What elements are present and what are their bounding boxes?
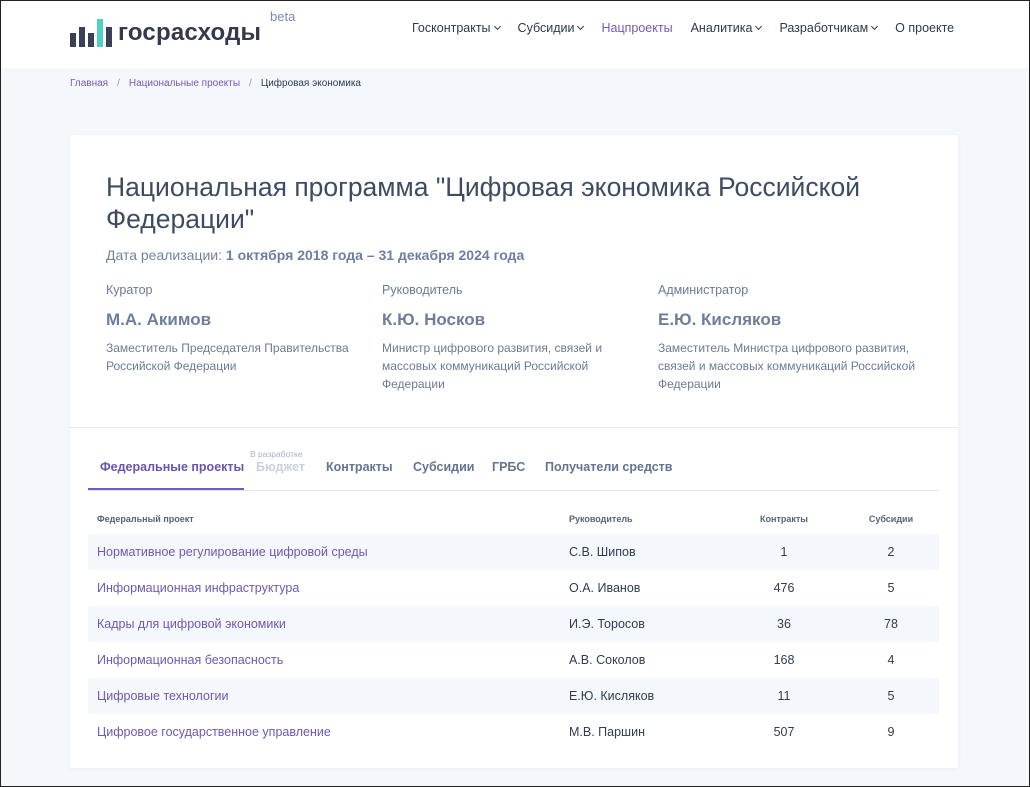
person-role: Руководитель	[382, 283, 463, 297]
main-nav: Госконтракты Субсидии Нацпроекты Аналити…	[412, 21, 972, 35]
person-role: Куратор	[106, 283, 153, 297]
table-header: Федеральный проект Руководитель Контракт…	[88, 509, 939, 531]
nav-goscontracts[interactable]: Госконтракты	[412, 21, 501, 35]
tab-grbs[interactable]: ГРБС	[492, 460, 525, 474]
person-name: Е.Ю. Кисляков	[658, 310, 782, 329]
project-lead: О.А. Иванов	[569, 581, 641, 595]
contracts-count: 36	[777, 617, 791, 631]
breadcrumb: Главная / Национальные проекты / Цифрова…	[70, 78, 361, 89]
tab-recipients[interactable]: Получатели средств	[545, 460, 672, 474]
project-lead: С.В. Шипов	[569, 545, 636, 559]
person-admin: Администратор Е.Ю. Кисляков Заместитель …	[658, 283, 923, 393]
table-row: Кадры для цифровой экономики И.Э. Торосо…	[88, 606, 939, 642]
dates-value: 1 октября 2018 года – 31 декабря 2024 го…	[225, 247, 525, 263]
site-header: госрасходы beta Госконтракты Субсидии На…	[1, 1, 1029, 68]
project-lead: А.В. Соколов	[569, 653, 646, 667]
project-link[interactable]: Кадры для цифровой экономики	[97, 617, 286, 631]
nav-label: Аналитика	[690, 21, 753, 35]
project-lead: М.В. Паршин	[569, 725, 645, 739]
chevron-down-icon	[755, 22, 763, 31]
breadcrumb-natprojects[interactable]: Национальные проекты	[129, 78, 240, 89]
program-card: Национальная программа "Цифровая экономи…	[70, 135, 958, 768]
contracts-count: 476	[773, 581, 795, 595]
chevron-down-icon	[871, 22, 879, 31]
nav-label: Нацпроекты	[601, 21, 673, 35]
subsidies-count: 2	[887, 545, 895, 559]
person-head: Руководитель К.Ю. Носков Министр цифрово…	[382, 283, 632, 393]
th-project[interactable]: Федеральный проект	[97, 514, 194, 524]
chevron-down-icon	[577, 22, 585, 31]
program-dates: Дата реализации: 1 октября 2018 года – 3…	[106, 247, 524, 263]
subsidies-count: 5	[887, 581, 895, 595]
breadcrumb-home[interactable]: Главная	[70, 78, 108, 89]
person-position: Заместитель Министра цифрового развития,…	[658, 341, 916, 391]
th-subsidies[interactable]: Субсидии	[854, 514, 928, 524]
person-role: Администратор	[658, 283, 749, 297]
contracts-count: 168	[773, 653, 795, 667]
nav-natprojects[interactable]: Нацпроекты	[601, 21, 672, 35]
subsidies-count: 9	[887, 725, 895, 739]
project-link[interactable]: Информационная инфраструктура	[97, 581, 299, 595]
contracts-count: 11	[777, 689, 791, 703]
nav-developers[interactable]: Разработчикам	[779, 21, 879, 35]
person-name: К.Ю. Носков	[382, 310, 486, 329]
person-position: Заместитель Председателя Правительства Р…	[106, 341, 349, 373]
table-row: Информационная безопасность А.В. Соколов…	[88, 642, 939, 678]
divider	[70, 427, 958, 428]
active-tab-indicator	[88, 488, 244, 490]
subsidies-count: 4	[887, 653, 895, 667]
tab-contracts[interactable]: Контракты	[326, 460, 393, 474]
project-link[interactable]: Нормативное регулирование цифровой среды	[97, 545, 368, 559]
subsidies-count: 78	[884, 617, 898, 631]
th-lead[interactable]: Руководитель	[569, 514, 633, 524]
tab-budget-note: В разработке	[250, 449, 303, 459]
table-row: Нормативное регулирование цифровой среды…	[88, 534, 939, 570]
logo-text: госрасходы	[118, 19, 262, 46]
person-position: Министр цифрового развития, связей и мас…	[382, 341, 603, 391]
table-row: Цифровые технологии Е.Ю. Кисляков 11 5	[88, 678, 939, 714]
nav-subsidies[interactable]: Субсидии	[517, 21, 585, 35]
project-lead: Е.Ю. Кисляков	[569, 689, 655, 703]
subsidies-count: 5	[887, 689, 895, 703]
tab-subsidies[interactable]: Субсидии	[413, 460, 474, 474]
table-row: Цифровое государственное управление М.В.…	[88, 714, 939, 750]
project-link[interactable]: Цифровое государственное управление	[97, 725, 331, 739]
project-link[interactable]: Информационная безопасность	[97, 653, 283, 667]
person-curator: Куратор М.А. Акимов Заместитель Председа…	[106, 283, 366, 375]
breadcrumb-separator: /	[249, 78, 252, 89]
nav-label: О проекте	[895, 21, 955, 35]
project-link[interactable]: Цифровые технологии	[97, 689, 228, 703]
table-body: Нормативное регулирование цифровой среды…	[88, 534, 939, 750]
tab-budget: Бюджет	[256, 460, 306, 474]
person-name: М.А. Акимов	[106, 310, 212, 329]
page-title: Национальная программа "Цифровая экономи…	[106, 172, 861, 234]
logo[interactable]: госрасходы beta	[70, 9, 295, 47]
th-contracts[interactable]: Контракты	[747, 514, 821, 524]
nav-analytics[interactable]: Аналитика	[690, 21, 763, 35]
nav-about[interactable]: О проекте	[895, 21, 954, 35]
project-lead: И.Э. Торосов	[569, 617, 645, 631]
tabs: Федеральные проекты В разработке Бюджет …	[88, 447, 939, 491]
nav-label: Субсидии	[517, 21, 575, 35]
tab-federal-projects[interactable]: Федеральные проекты	[100, 460, 244, 474]
contracts-count: 1	[780, 545, 788, 559]
contracts-count: 507	[773, 725, 795, 739]
breadcrumb-current: Цифровая экономика	[260, 78, 361, 89]
dates-label: Дата реализации:	[106, 247, 222, 263]
breadcrumb-separator: /	[117, 78, 120, 89]
chevron-down-icon	[493, 22, 501, 31]
logo-bars-icon	[70, 17, 112, 47]
logo-beta-badge: beta	[270, 9, 296, 24]
table-row: Информационная инфраструктура О.А. Ивано…	[88, 570, 939, 606]
nav-label: Госконтракты	[412, 21, 491, 35]
nav-label: Разработчикам	[779, 21, 869, 35]
